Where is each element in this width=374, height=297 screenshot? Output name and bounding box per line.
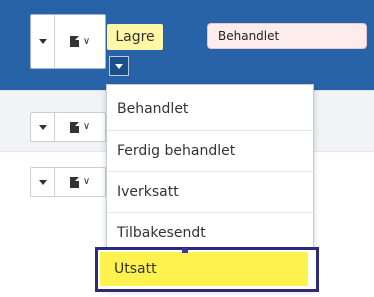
row-menu-toggle[interactable] [31, 168, 55, 196]
action-group-row-2: ∨ [30, 112, 106, 142]
status-option-selected[interactable]: Utsatt [100, 252, 308, 286]
status-option[interactable]: Behandlet [107, 89, 313, 130]
caret-down-icon [38, 124, 47, 130]
status-option[interactable]: Iverksatt [107, 171, 313, 212]
caret-down-icon [38, 39, 47, 44]
chevron-down-icon: ∨ [82, 35, 91, 47]
document-icon [69, 176, 79, 188]
action-group-row-3: ∨ [30, 167, 106, 197]
document-menu-button[interactable]: ∨ [55, 15, 105, 68]
status-field[interactable]: Behandlet [207, 23, 367, 49]
row-menu-toggle[interactable] [31, 15, 55, 68]
document-menu-button[interactable]: ∨ [55, 113, 105, 141]
status-option[interactable]: Ferdig behandlet [107, 130, 313, 171]
status-dropdown-toggle[interactable] [109, 56, 129, 76]
save-button[interactable]: Lagre [107, 24, 163, 50]
caret-down-icon [115, 63, 123, 69]
chevron-down-icon: ∨ [82, 121, 91, 132]
chevron-down-icon: ∨ [82, 176, 91, 187]
mouse-cursor-icon [182, 248, 188, 253]
caret-down-icon [38, 179, 47, 185]
document-menu-button[interactable]: ∨ [55, 168, 105, 196]
action-group-row-1: ∨ [30, 14, 106, 69]
document-icon [69, 121, 79, 133]
document-icon [69, 36, 79, 47]
row-menu-toggle[interactable] [31, 113, 55, 141]
